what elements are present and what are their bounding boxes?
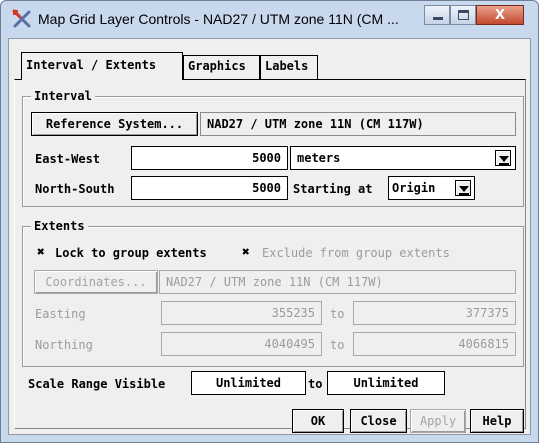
app-grid-icon bbox=[12, 9, 32, 29]
apply-button-label: Apply bbox=[419, 414, 457, 428]
window-title: Map Grid Layer Controls - NAD27 / UTM zo… bbox=[38, 11, 399, 27]
exclude-from-group-label: Exclude from group extents bbox=[262, 246, 450, 260]
easting-min-field: 355235 bbox=[161, 301, 322, 325]
east-west-input[interactable]: 5000 bbox=[131, 146, 288, 170]
help-button-label: Help bbox=[482, 414, 512, 428]
easting-label: Easting bbox=[35, 307, 86, 321]
lock-to-group-checkbox[interactable]: ✖ bbox=[37, 246, 45, 259]
lock-to-group-label: Lock to group extents bbox=[55, 246, 207, 260]
tab-graphics[interactable]: Graphics bbox=[183, 55, 260, 79]
east-west-label: East-West bbox=[35, 152, 101, 166]
close-window-button[interactable]: X bbox=[476, 5, 524, 25]
scale-range-to-label: to bbox=[308, 377, 323, 391]
maximize-icon bbox=[458, 10, 469, 20]
ok-button[interactable]: OK bbox=[292, 409, 344, 433]
tab-interval-extents[interactable]: Interval / Extents bbox=[21, 52, 183, 80]
chevron-down-icon[interactable] bbox=[495, 150, 511, 166]
reference-system-button-label: Reference System... bbox=[45, 117, 184, 131]
chevron-down-icon[interactable] bbox=[455, 180, 471, 196]
minimize-button[interactable] bbox=[424, 5, 450, 25]
easting-to-label: to bbox=[330, 307, 345, 321]
starting-at-label: Starting at bbox=[293, 182, 373, 196]
coordinates-button-label: Coordinates... bbox=[45, 275, 147, 289]
northing-label: Northing bbox=[35, 338, 93, 352]
scale-range-label: Scale Range Visible bbox=[28, 377, 166, 391]
scale-range-max-input[interactable]: Unlimited bbox=[327, 371, 445, 395]
close-icon: X bbox=[494, 8, 506, 23]
scale-range-min-input[interactable]: Unlimited bbox=[191, 371, 306, 395]
northing-max-field: 4066815 bbox=[353, 332, 516, 356]
interval-group-title: Interval bbox=[31, 89, 95, 103]
title-bar[interactable]: Map Grid Layer Controls - NAD27 / UTM zo… bbox=[0, 0, 539, 38]
extents-group-title: Extents bbox=[31, 219, 88, 233]
help-button[interactable]: Help bbox=[470, 409, 524, 433]
northing-min-field: 4040495 bbox=[161, 332, 322, 356]
units-select-value: meters bbox=[297, 151, 341, 165]
units-select[interactable]: meters bbox=[290, 146, 516, 170]
tab-label: Interval / Extents bbox=[26, 58, 157, 72]
starting-at-value: Origin bbox=[392, 181, 436, 195]
close-button-label: Close bbox=[360, 414, 397, 428]
coordinates-button[interactable]: Coordinates... bbox=[34, 270, 158, 294]
tab-label: Graphics bbox=[188, 59, 246, 73]
starting-at-select[interactable]: Origin bbox=[388, 176, 475, 200]
exclude-from-group-checkbox[interactable]: ✖ bbox=[242, 246, 250, 259]
north-south-input[interactable]: 5000 bbox=[131, 176, 288, 200]
easting-max-field: 377375 bbox=[353, 301, 516, 325]
tab-labels[interactable]: Labels bbox=[260, 55, 318, 79]
coordinates-field: NAD27 / UTM zone 11N (CM 117W) bbox=[159, 270, 516, 294]
ok-button-label: OK bbox=[310, 414, 326, 428]
tab-label: Labels bbox=[265, 59, 309, 73]
apply-button[interactable]: Apply bbox=[410, 409, 466, 433]
maximize-button[interactable] bbox=[450, 5, 476, 25]
reference-system-field: NAD27 / UTM zone 11N (CM 117W) bbox=[200, 112, 516, 136]
north-south-label: North-South bbox=[35, 182, 115, 196]
reference-system-button[interactable]: Reference System... bbox=[31, 112, 198, 136]
minimize-icon bbox=[433, 17, 443, 20]
northing-to-label: to bbox=[330, 338, 345, 352]
close-button[interactable]: Close bbox=[350, 409, 407, 433]
